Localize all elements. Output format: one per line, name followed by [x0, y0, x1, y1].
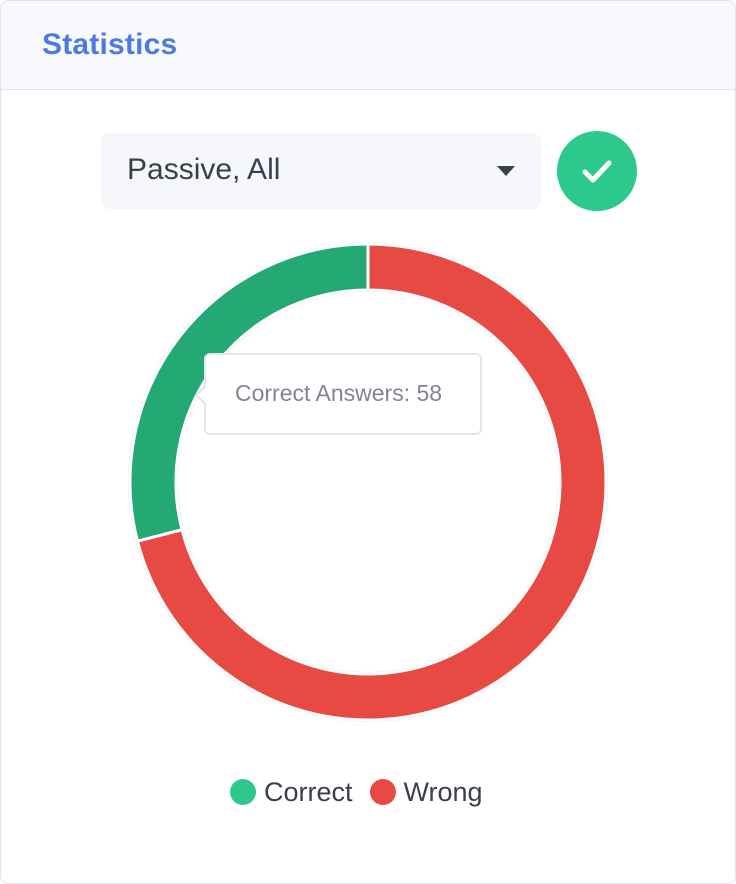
tooltip-text: Correct Answers: 58 [235, 380, 443, 406]
legend-dot-correct [230, 779, 256, 805]
statistics-card: Statistics Passive, All Correct Answers:… [0, 0, 736, 884]
legend-item-correct[interactable]: Correct [230, 777, 353, 808]
legend-label-correct: Correct [264, 776, 353, 807]
legend-item-wrong[interactable]: Wrong [369, 776, 483, 808]
chart-tooltip: Correct Answers: 58 [195, 353, 482, 435]
legend-label-wrong: Wrong [403, 776, 483, 807]
legend-dot-wrong [369, 779, 396, 805]
chart-legend: Correct Wrong [230, 775, 500, 809]
